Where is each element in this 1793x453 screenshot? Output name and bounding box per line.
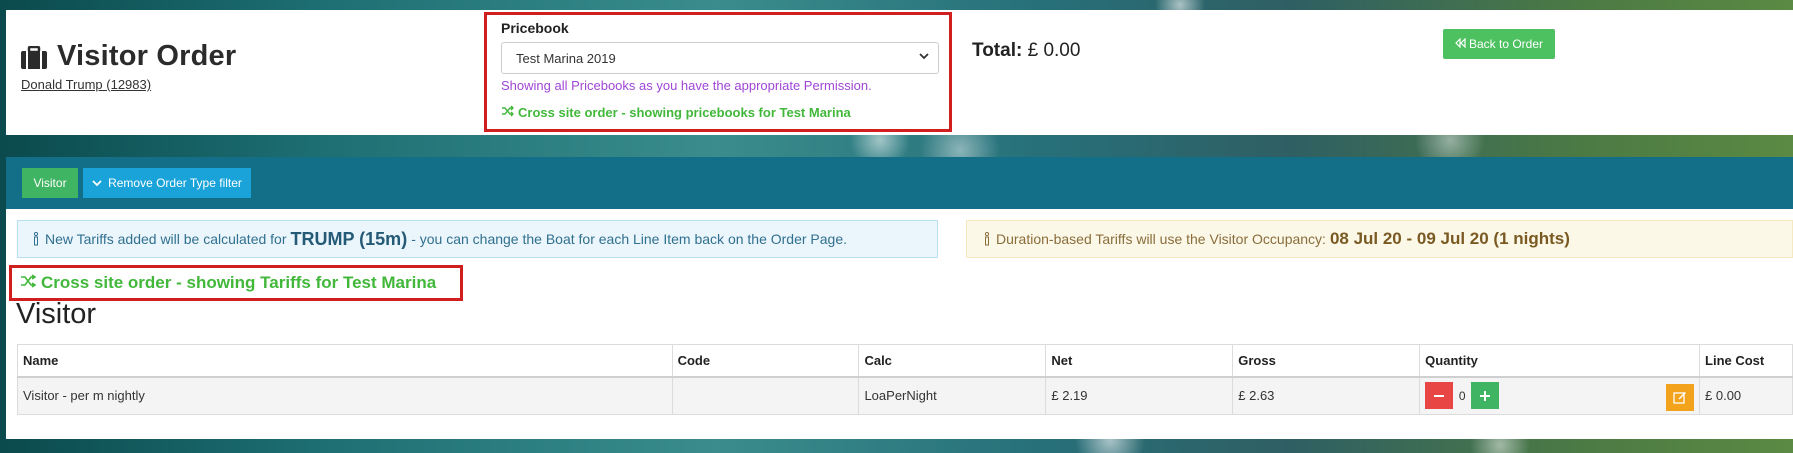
cell-code	[671, 376, 860, 415]
table-header-row: Name Code Calc Net Gross Quantity Line C…	[17, 344, 1793, 378]
page-title-text: Visitor Order	[57, 40, 237, 72]
pricebook-panel: Pricebook Test Marina 2019 Showing all P…	[484, 12, 952, 132]
occupancy-warning-alert: Duration-based Tariffs will use the Visi…	[966, 220, 1793, 258]
pricebook-select[interactable]: Test Marina 2019	[501, 42, 939, 74]
visitor-link[interactable]: Donald Trump (12983)	[21, 77, 151, 92]
total-value: £ 0.00	[1027, 40, 1081, 61]
edit-icon	[1673, 392, 1687, 404]
quantity-stepper: 0	[1425, 382, 1694, 410]
back-to-order-button[interactable]: Back to Order	[1443, 29, 1555, 59]
rewind-icon	[1455, 37, 1466, 51]
cell-quantity: 0	[1419, 376, 1701, 415]
quantity-value: 0	[1458, 388, 1466, 403]
back-to-order-label: Back to Order	[1468, 37, 1544, 51]
shuffle-icon	[501, 105, 514, 120]
info-icon	[32, 231, 40, 246]
info-icon	[983, 231, 991, 246]
edit-line-button[interactable]	[1666, 383, 1695, 411]
column-header-name: Name	[17, 344, 673, 378]
remove-order-type-filter-button[interactable]: Remove Order Type filter	[83, 168, 251, 198]
column-header-code: Code	[671, 344, 860, 378]
cell-name: Visitor - per m nightly	[17, 376, 673, 415]
page-title: Visitor Order	[20, 40, 236, 73]
chevron-down-icon	[92, 176, 102, 190]
minus-icon	[1434, 394, 1445, 397]
column-header-gross: Gross	[1232, 344, 1421, 378]
pricebook-cross-site-text: Cross site order - showing pricebooks fo…	[518, 105, 851, 120]
column-header-calc: Calc	[858, 344, 1047, 378]
tariffs-table: Name Code Calc Net Gross Quantity Line C…	[17, 344, 1793, 415]
pricebook-label: Pricebook	[501, 20, 569, 36]
quantity-increment-button[interactable]	[1471, 382, 1500, 410]
cell-gross: £ 2.63	[1232, 376, 1421, 415]
pricebook-cross-site-note: Cross site order - showing pricebooks fo…	[501, 105, 851, 120]
boat-info-suffix: - you can change the Boat for each Line …	[411, 231, 848, 247]
section-title: Visitor	[16, 298, 97, 330]
cross-site-tariffs-note: Cross site order - showing Tariffs for T…	[9, 265, 463, 301]
pricebook-selected-value: Test Marina 2019	[516, 51, 616, 66]
shuffle-icon	[20, 273, 37, 293]
total-label: Total:	[972, 40, 1023, 61]
occupancy-warning-prefix: Duration-based Tariffs will use the Visi…	[996, 231, 1326, 247]
cross-site-tariffs-text: Cross site order - showing Tariffs for T…	[41, 273, 437, 292]
remove-order-type-filter-label: Remove Order Type filter	[108, 176, 242, 190]
order-type-toolbar: Visitor Remove Order Type filter	[6, 157, 1793, 209]
visitor-filter-button[interactable]: Visitor	[22, 168, 78, 198]
quantity-decrement-button[interactable]	[1425, 382, 1454, 410]
order-header: Visitor Order Donald Trump (12983) Price…	[6, 10, 1793, 135]
column-header-net: Net	[1045, 344, 1234, 378]
occupancy-dates: 08 Jul 20 - 09 Jul 20 (1 nights)	[1329, 229, 1570, 248]
boat-info-boat: TRUMP (15m)	[290, 228, 408, 249]
column-header-quantity: Quantity	[1419, 344, 1701, 378]
pricebook-permission-note: Showing all Pricebooks as you have the a…	[501, 78, 872, 93]
plus-icon	[1480, 390, 1491, 401]
column-header-line-cost: Line Cost	[1699, 344, 1793, 378]
boat-info-prefix: New Tariffs added will be calculated for	[45, 231, 287, 247]
boat-info-alert: New Tariffs added will be calculated for…	[17, 220, 938, 258]
table-row: Visitor - per m nightly LoaPerNight £ 2.…	[17, 376, 1793, 415]
cell-net: £ 2.19	[1045, 376, 1234, 415]
cell-line-cost: £ 0.00	[1699, 376, 1793, 415]
tariffs-panel: New Tariffs added will be calculated for…	[6, 209, 1793, 439]
order-total: Total: £ 0.00	[972, 40, 1080, 62]
cell-calc: LoaPerNight	[858, 376, 1047, 415]
chevron-down-icon	[918, 50, 930, 62]
briefcase-icon	[20, 45, 48, 69]
